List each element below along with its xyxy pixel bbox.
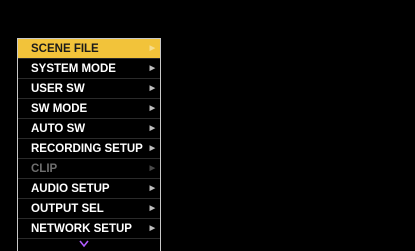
menu-item-recording-setup[interactable]: RECORDING SETUP ▶ — [18, 139, 160, 159]
menu-item-label: SYSTEM MODE — [31, 63, 116, 75]
menu-item-label: SW MODE — [31, 103, 88, 115]
chevron-right-icon: ▶ — [149, 125, 155, 132]
menu-item-user-sw[interactable]: USER SW ▶ — [18, 79, 160, 99]
menu-item-auto-sw[interactable]: AUTO SW ▶ — [18, 119, 160, 139]
menu-item-sw-mode[interactable]: SW MODE ▶ — [18, 99, 160, 119]
chevron-right-icon: ▶ — [149, 165, 155, 172]
menu-item-label: RECORDING SETUP — [31, 143, 143, 155]
menu-item-label: CLIP — [31, 163, 58, 175]
chevron-down-icon[interactable] — [78, 239, 90, 249]
menu-item-label: SCENE FILE — [31, 43, 99, 55]
menu-item-system-mode[interactable]: SYSTEM MODE ▶ — [18, 59, 160, 79]
chevron-right-icon: ▶ — [149, 185, 155, 192]
chevron-right-icon: ▶ — [149, 65, 155, 72]
menu-item-label: AUDIO SETUP — [31, 183, 110, 195]
chevron-right-icon: ▶ — [149, 45, 155, 52]
menu-item-label: USER SW — [31, 83, 85, 95]
menu-item-label: NETWORK SETUP — [31, 223, 132, 235]
menu-item-clip: CLIP ▶ — [18, 159, 160, 179]
settings-menu: SCENE FILE ▶ SYSTEM MODE ▶ USER SW ▶ SW MODE ▶ A… — [17, 38, 161, 251]
chevron-right-icon: ▶ — [149, 105, 155, 112]
menu-item-audio-setup[interactable]: AUDIO SETUP ▶ — [18, 179, 160, 199]
menu-item-label: AUTO SW — [31, 123, 86, 135]
menu-item-label: OUTPUT SEL — [31, 203, 104, 215]
menu-item-network-setup[interactable]: NETWORK SETUP ▶ — [18, 219, 160, 239]
chevron-right-icon: ▶ — [149, 85, 155, 92]
chevron-right-icon: ▶ — [149, 205, 155, 212]
chevron-right-icon: ▶ — [149, 145, 155, 152]
menu-item-scene-file[interactable]: SCENE FILE ▶ — [18, 39, 160, 59]
chevron-right-icon: ▶ — [149, 225, 155, 232]
menu-item-output-sel[interactable]: OUTPUT SEL ▶ — [18, 199, 160, 219]
